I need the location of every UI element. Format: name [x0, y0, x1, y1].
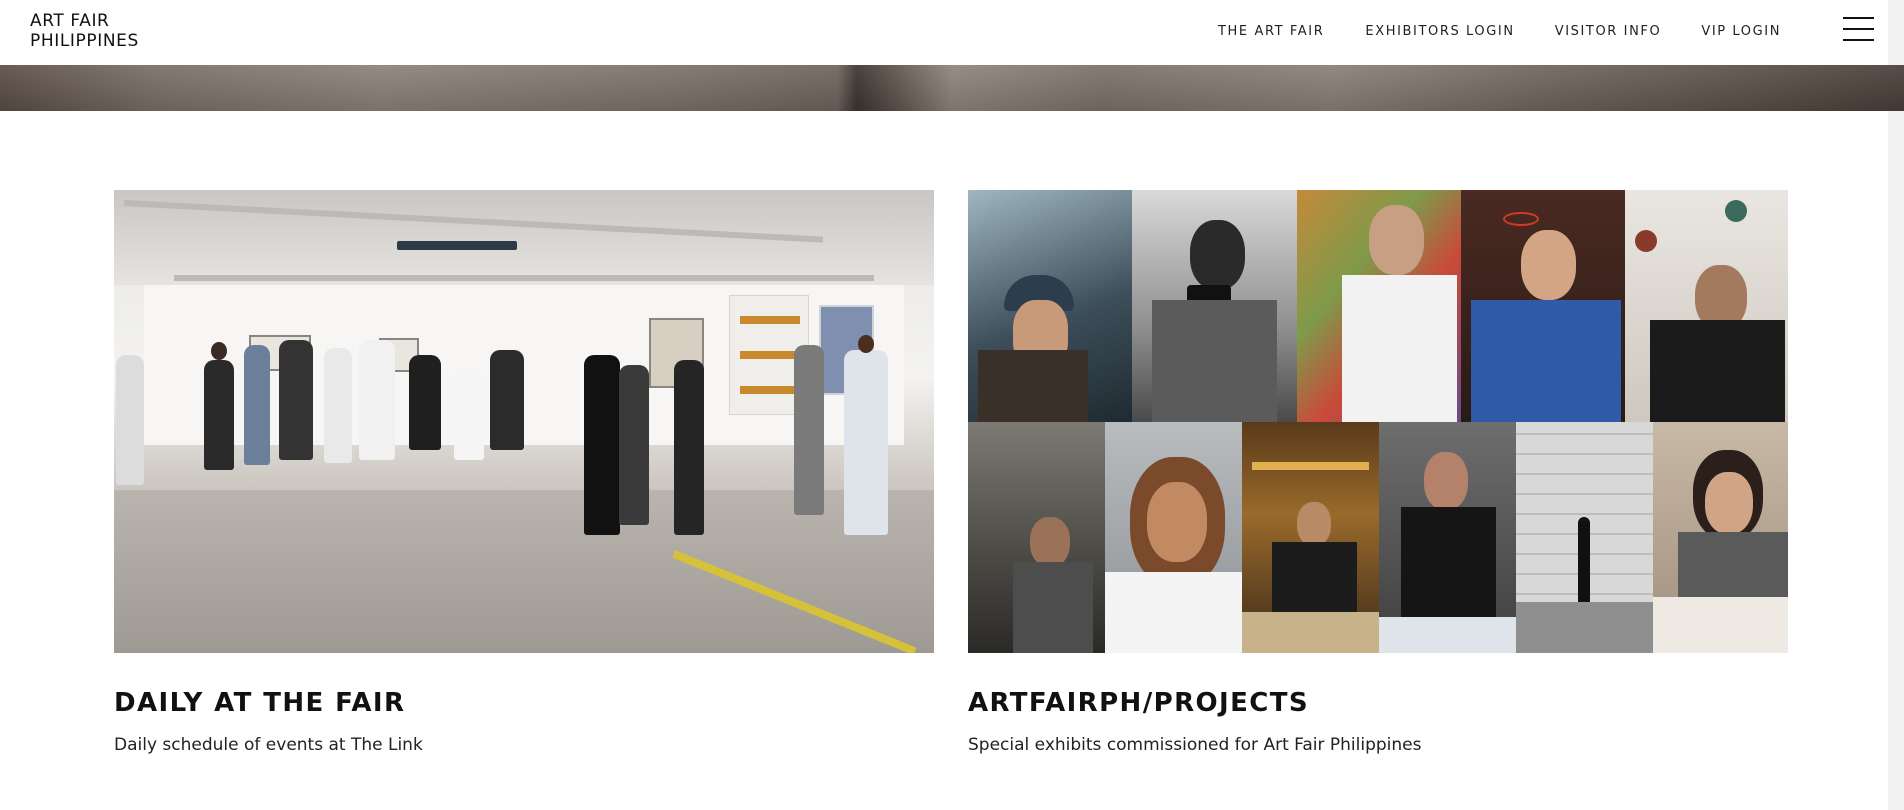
visitor-figure	[844, 350, 888, 535]
shelf-object	[740, 351, 800, 359]
nav-item-visitor-info[interactable]: VISITOR INFO	[1555, 24, 1662, 39]
table-shape	[1379, 617, 1516, 653]
hamburger-line	[1843, 39, 1874, 41]
hamburger-menu-icon[interactable]	[1843, 16, 1874, 42]
ceiling-light	[397, 241, 517, 250]
hero-image-strip	[0, 65, 1904, 111]
nav-item-vip-login[interactable]: VIP LOGIN	[1701, 24, 1781, 39]
visitor-head	[858, 335, 874, 353]
logo-line-1: ART FAIR	[30, 11, 110, 31]
nav-item-the-art-fair[interactable]: THE ART FAIR	[1218, 24, 1324, 39]
card-daily-at-the-fair[interactable]: DAILY AT THE FAIR Daily schedule of even…	[114, 190, 934, 755]
visitor-figure	[794, 345, 824, 515]
visitor-head	[211, 342, 227, 360]
card-title[interactable]: ARTFAIRPH/PROJECTS	[968, 688, 1309, 718]
body-shape	[1401, 507, 1496, 617]
card-subtitle: Special exhibits commissioned for Art Fa…	[968, 735, 1422, 755]
body-shape	[1342, 275, 1457, 422]
sculpture-shape	[1725, 200, 1747, 222]
artist-portrait-tile	[1297, 190, 1461, 422]
artist-portrait-tile	[1461, 190, 1625, 422]
face-shape	[1030, 517, 1070, 567]
site-logo[interactable]: ART FAIR PHILIPPINES	[30, 11, 139, 51]
artist-portrait-tile	[968, 190, 1132, 422]
shelf-object	[740, 386, 800, 394]
visitor-figure	[490, 350, 524, 450]
visitor-figure	[619, 365, 649, 525]
body-shape	[1650, 320, 1785, 422]
face-shape	[1369, 205, 1424, 275]
main-nav: THE ART FAIR EXHIBITORS LOGIN VISITOR IN…	[1218, 24, 1821, 39]
face-shape	[1297, 502, 1331, 546]
visitor-figure	[359, 340, 395, 460]
body-shape	[1013, 562, 1093, 653]
halo-icon	[1503, 212, 1539, 226]
artist-portrait-tile	[1625, 190, 1788, 422]
face-shape	[1190, 220, 1245, 290]
visitor-figure	[584, 355, 620, 535]
artist-portrait-tile	[1379, 422, 1516, 653]
card-title[interactable]: DAILY AT THE FAIR	[114, 688, 405, 718]
artist-portraits-collage-photo[interactable]	[968, 190, 1788, 653]
artist-portrait-tile	[1132, 190, 1297, 422]
nav-item-exhibitors-login[interactable]: EXHIBITORS LOGIN	[1365, 24, 1514, 39]
body-shape	[1272, 542, 1357, 612]
body-shape	[978, 350, 1088, 422]
page-scrollbar[interactable]	[1888, 0, 1904, 810]
body-shape	[1471, 300, 1621, 422]
shelf-object	[740, 316, 800, 324]
logo-line-2: PHILIPPINES	[30, 31, 139, 51]
artist-portrait-tile	[1653, 422, 1788, 653]
visitor-figure	[204, 360, 234, 470]
body-shape	[1152, 300, 1277, 422]
visitor-figure	[279, 340, 313, 460]
art-fair-gallery-crowd-photo[interactable]	[114, 190, 934, 653]
visitor-figure	[324, 348, 352, 463]
ceiling-beam	[174, 275, 874, 281]
sculpture-shape	[1635, 230, 1657, 252]
visitor-figure	[116, 355, 144, 485]
artist-portrait-tile	[968, 422, 1105, 653]
figure-shape	[1578, 517, 1590, 607]
artist-portrait-tile	[1105, 422, 1242, 653]
hamburger-line	[1843, 28, 1874, 30]
hamburger-line	[1843, 17, 1874, 19]
visitor-figure	[409, 355, 441, 450]
artist-portrait-tile	[1242, 422, 1379, 653]
site-header: ART FAIR PHILIPPINES THE ART FAIR EXHIBI…	[0, 0, 1904, 65]
face-shape	[1521, 230, 1576, 300]
visitor-figure	[244, 345, 270, 465]
visitor-figure	[454, 370, 484, 460]
visitor-figure	[674, 360, 704, 535]
paper-shape	[1653, 597, 1788, 653]
card-subtitle: Daily schedule of events at The Link	[114, 735, 423, 755]
shelf-shape	[1252, 462, 1369, 470]
card-artfairph-projects[interactable]: ARTFAIRPH/PROJECTS Special exhibits comm…	[968, 190, 1788, 755]
face-shape	[1424, 452, 1468, 510]
face-shape	[1705, 472, 1753, 534]
ground-shape	[1516, 602, 1653, 653]
face-shape	[1147, 482, 1207, 562]
artist-portrait-tile	[1516, 422, 1653, 653]
body-shape	[1105, 572, 1242, 653]
body-shape	[1678, 532, 1788, 597]
table-shape	[1242, 612, 1379, 653]
